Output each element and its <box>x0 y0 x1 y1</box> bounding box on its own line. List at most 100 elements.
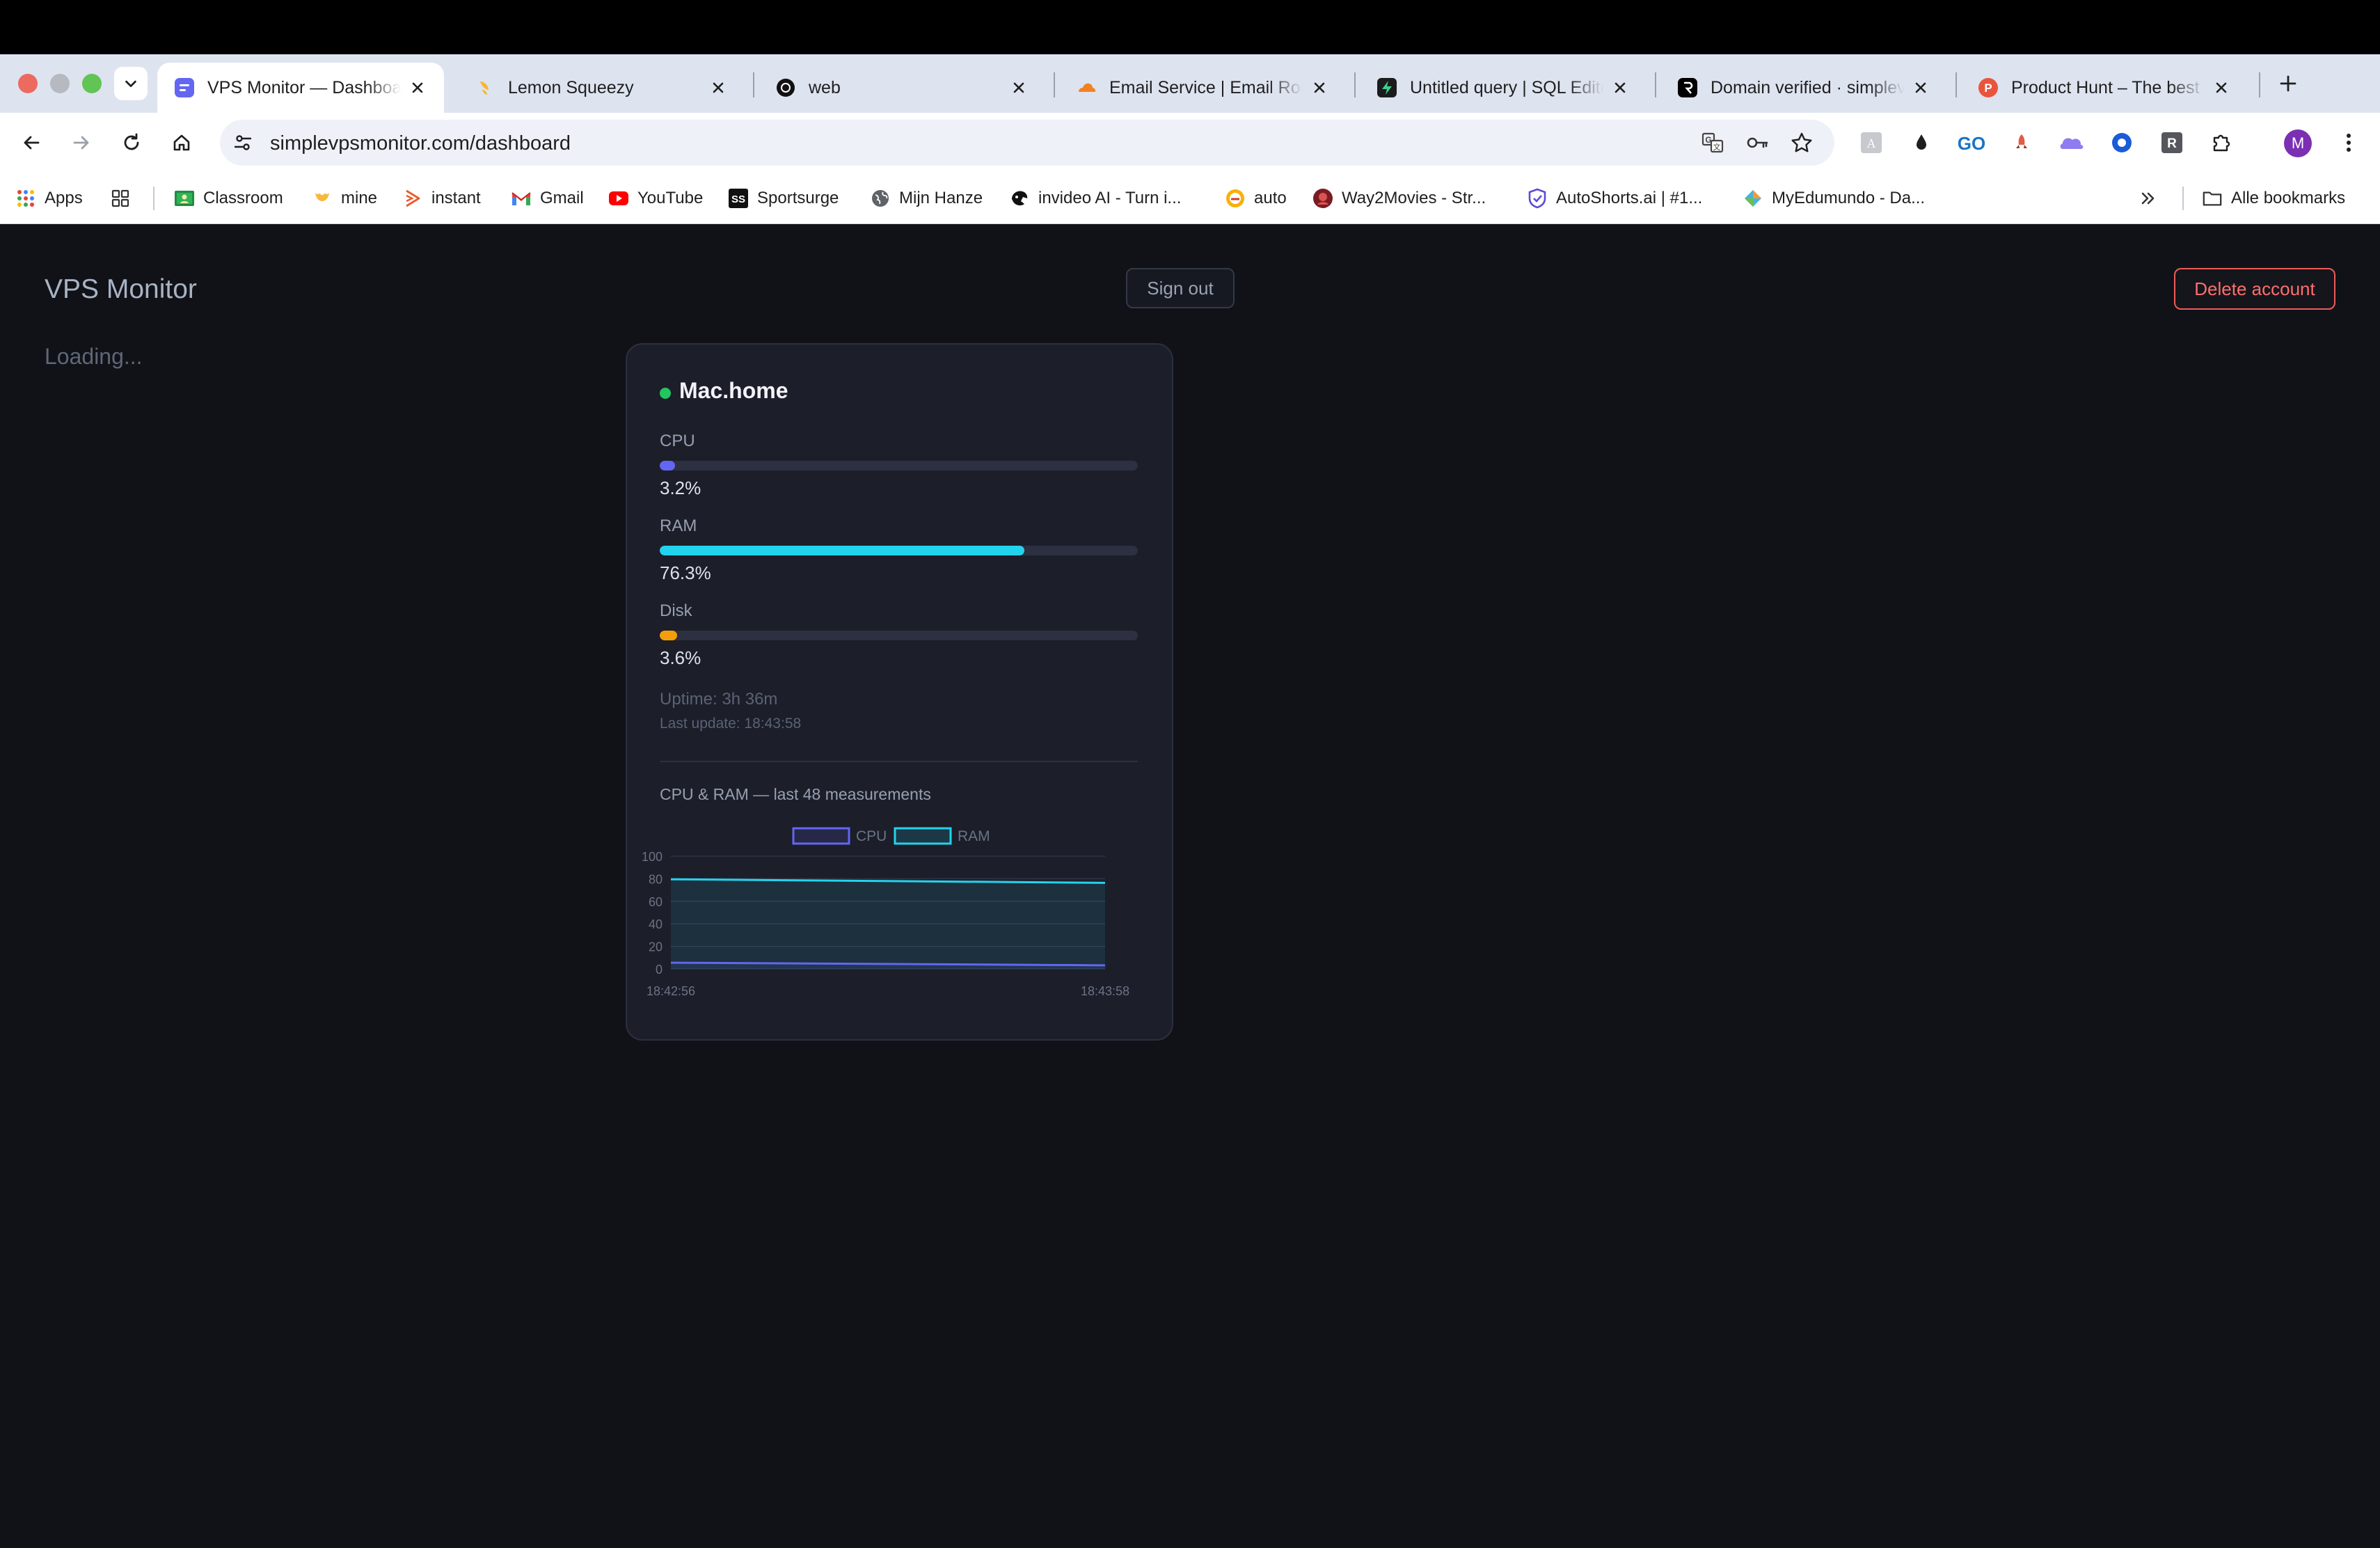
bookmark-classroom[interactable]: Classroom <box>174 184 283 213</box>
tab-title: web <box>809 77 841 97</box>
close-icon[interactable] <box>1009 78 1029 97</box>
server-hostname: Mac.home <box>679 378 788 403</box>
ram-progress-bar <box>660 546 1138 555</box>
key-icon <box>1747 137 1768 148</box>
close-icon[interactable] <box>1911 78 1930 97</box>
chart-title: CPU & RAM — last 48 measurements <box>660 785 931 803</box>
translate-icon: G文 <box>1701 132 1724 153</box>
close-icon[interactable] <box>1310 78 1329 97</box>
app-title: VPS Monitor <box>45 274 197 304</box>
extension-button[interactable] <box>2109 129 2135 156</box>
web-favicon <box>775 77 796 98</box>
bookmark-youtube[interactable]: YouTube <box>608 184 703 213</box>
chrome-menu-button[interactable] <box>2335 129 2362 156</box>
tab-sql-editor[interactable]: Untitled query | SQL Editor <box>1360 63 1647 113</box>
extension-button[interactable]: GO <box>1958 129 1985 156</box>
tab-web[interactable]: web <box>759 63 1045 113</box>
bookmark-myedumundo[interactable]: MyEdumundo - Da... <box>1743 184 1925 213</box>
forward-button[interactable] <box>64 125 99 160</box>
site-info-button[interactable] <box>228 128 257 157</box>
bookmark-mijn-hanze[interactable]: Mijn Hanze <box>870 184 983 213</box>
tab-search-button[interactable] <box>114 67 148 100</box>
tab-title: Domain verified · simplevps <box>1711 77 1904 97</box>
bookmark-instant[interactable]: instant <box>402 184 481 213</box>
bookmark-star-button[interactable] <box>1787 128 1816 157</box>
url-text[interactable]: simplevpsmonitor.com/dashboard <box>270 132 571 155</box>
tab-title: Untitled query | SQL Editor <box>1410 77 1603 97</box>
globe-icon <box>870 188 891 209</box>
svg-text:SS: SS <box>731 194 745 205</box>
bookmark-label: invideo AI - Turn i... <box>1038 189 1182 207</box>
y-tick-label: 80 <box>649 872 663 886</box>
profile-avatar[interactable]: M <box>2284 129 2312 157</box>
y-tick-label: 60 <box>649 895 663 909</box>
bookmark-way2movies[interactable]: Way2Movies - Str... <box>1312 184 1486 213</box>
close-icon[interactable] <box>408 78 427 97</box>
tab-separator <box>753 72 754 97</box>
new-tab-button[interactable] <box>2273 68 2303 99</box>
cpu-value: 3.2% <box>660 477 701 498</box>
passwords-button[interactable] <box>1743 128 1772 157</box>
close-icon[interactable] <box>708 78 728 97</box>
ram-label: RAM <box>660 516 697 535</box>
tab-product-hunt[interactable]: P Product Hunt – The best new products <box>1961 63 2248 113</box>
tab-vps-monitor[interactable]: VPS Monitor — Dashboard <box>157 63 444 113</box>
reload-button[interactable] <box>114 125 149 160</box>
tab-email-service[interactable]: Email Service | Email Routing <box>1059 63 1346 113</box>
window-close-button[interactable] <box>18 74 38 93</box>
bookmarks-separator <box>2182 187 2184 210</box>
arrow-left-icon <box>24 136 40 150</box>
window-maximize-button[interactable] <box>82 74 102 93</box>
gmail-icon <box>511 188 532 209</box>
bookmark-mine[interactable]: mine <box>312 184 377 213</box>
bookmark-invideo[interactable]: invideo AI - Turn i... <box>1009 184 1181 213</box>
extension-button[interactable]: A <box>1858 129 1885 156</box>
window-minimize-button[interactable] <box>50 74 70 93</box>
bookmark-apps[interactable]: Apps <box>15 184 83 213</box>
sign-out-button[interactable]: Sign out <box>1126 268 1235 308</box>
close-icon[interactable] <box>1610 78 1630 97</box>
tab-domain-verified[interactable]: Domain verified · simplevps <box>1660 63 1947 113</box>
back-button[interactable] <box>14 125 49 160</box>
bookmark-sportsurge[interactable]: SS Sportsurge <box>728 184 839 213</box>
tab-title: Email Service | Email Routing <box>1109 77 1303 97</box>
disk-progress-fill <box>660 631 677 640</box>
bookmarks-overflow-button[interactable] <box>2138 184 2157 213</box>
extension-a-icon: A <box>1861 132 1882 153</box>
series-area-ram <box>671 879 1105 969</box>
tab-lemon-squeezy[interactable]: Lemon Squeezy <box>458 63 745 113</box>
uptime-text: Uptime: 3h 36m <box>660 690 778 709</box>
extension-button[interactable] <box>1908 129 1935 156</box>
mine-icon <box>312 188 333 209</box>
go-icon: GO <box>1958 133 1985 154</box>
extension-button[interactable] <box>2058 129 2085 156</box>
status-indicator <box>660 388 671 399</box>
r-icon: R <box>2161 132 2182 153</box>
bookmark-label: Sportsurge <box>757 189 839 207</box>
bookmark-autoshorts[interactable]: AutoShorts.ai | #1... <box>1527 184 1702 213</box>
cpu-ram-chart: CPU RAM 0 20 40 60 80 100 18:42:56 18:43:58 <box>642 827 1129 998</box>
bookmark-label: YouTube <box>637 189 704 207</box>
tab-title: VPS Monitor — Dashboard <box>207 77 401 97</box>
bookmark-label: Classroom <box>203 189 283 207</box>
translate-button[interactable]: G文 <box>1698 128 1727 157</box>
all-bookmarks-button[interactable]: Alle bookmarks <box>2202 184 2345 213</box>
extensions-menu-button[interactable] <box>2209 129 2235 156</box>
bookmark-auto[interactable]: auto <box>1225 184 1287 213</box>
bookmark-gmail[interactable]: Gmail <box>511 184 584 213</box>
extension-button[interactable]: R <box>2159 129 2185 156</box>
home-button[interactable] <box>164 125 199 160</box>
close-icon[interactable] <box>2212 78 2231 97</box>
cloudflare-favicon <box>1076 77 1097 98</box>
legend-label-ram: RAM <box>958 828 990 844</box>
tab-separator <box>1655 72 1656 97</box>
delete-account-button[interactable]: Delete account <box>2174 268 2335 310</box>
bookmark-label: MyEdumundo - Da... <box>1772 189 1926 207</box>
legend-swatch-ram <box>894 827 952 845</box>
extension-button[interactable] <box>2008 129 2035 156</box>
loading-text: Loading... <box>45 344 143 369</box>
tab-separator <box>1955 72 1957 97</box>
star-icon <box>1791 132 1812 152</box>
y-tick-label: 40 <box>649 917 663 931</box>
bookmark-tab-groups[interactable] <box>110 184 139 213</box>
